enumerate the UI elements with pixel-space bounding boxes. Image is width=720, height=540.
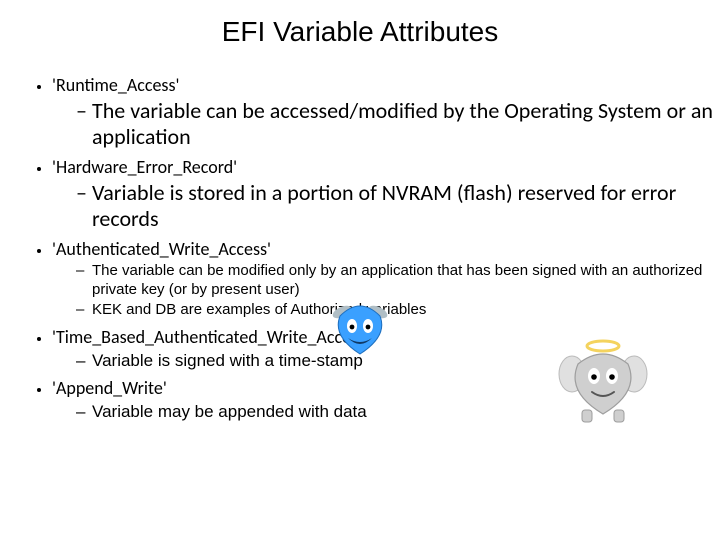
sub-list: Variable may be appended with data: [52, 401, 720, 422]
bullet-append-write: 'Append_Write' Variable may be appended …: [52, 377, 720, 422]
sub-bullet: Variable is stored in a portion of NVRAM…: [76, 180, 720, 232]
sub-list: The variable can be accessed/modified by…: [52, 98, 720, 150]
bullet-label: 'Hardware_Error_Record': [52, 156, 237, 178]
sub-bullet: The variable can be modified only by an …: [76, 262, 720, 300]
sub-bullet: Variable may be appended with data: [76, 401, 720, 422]
bullet-authenticated-write-access: 'Authenticated_Write_Access' The variabl…: [52, 238, 720, 320]
bullet-label: 'Append_Write': [52, 377, 167, 399]
slide: EFI Variable Attributes 'Runtime_Access'…: [0, 0, 720, 540]
bullet-list: 'Runtime_Access' The variable can be acc…: [0, 74, 720, 423]
bullet-hardware-error-record: 'Hardware_Error_Record' Variable is stor…: [52, 156, 720, 232]
sub-bullet: The variable can be accessed/modified by…: [76, 98, 720, 150]
bullet-label: 'Authenticated_Write_Access': [52, 238, 271, 260]
bullet-time-based-auth-write-access: 'Time_Based_Authenticated_Write_Access' …: [52, 326, 720, 371]
sub-bullet: Variable is signed with a time-stamp: [76, 350, 720, 371]
sub-bullet: KEK and DB are examples of Authorized va…: [76, 301, 720, 320]
sub-list: Variable is stored in a portion of NVRAM…: [52, 180, 720, 232]
slide-title: EFI Variable Attributes: [0, 16, 720, 48]
sub-list: Variable is signed with a time-stamp: [52, 350, 720, 371]
sub-list: The variable can be modified only by an …: [52, 262, 720, 320]
bullet-runtime-access: 'Runtime_Access' The variable can be acc…: [52, 74, 720, 150]
bullet-label: 'Time_Based_Authenticated_Write_Access': [52, 326, 369, 348]
bullet-label: 'Runtime_Access': [52, 74, 179, 96]
